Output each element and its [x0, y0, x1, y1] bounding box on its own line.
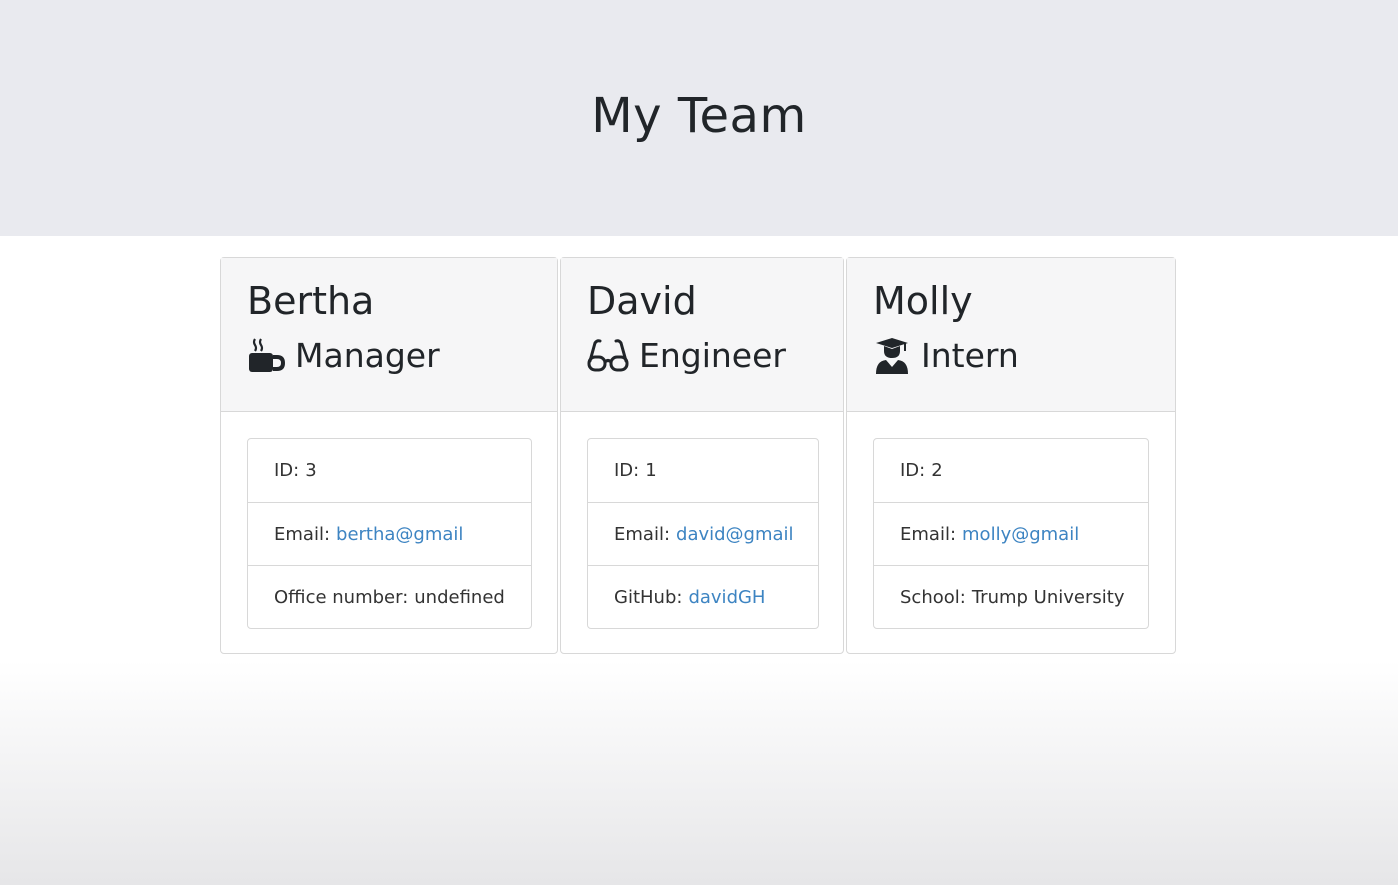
employee-role: Manager [247, 336, 531, 375]
employee-details: ID: 1 Email: david@gmail GitHub: davidGH [587, 438, 819, 629]
team-cards: Bertha Manager ID: 3 Email: bertha@gmail… [220, 257, 1176, 654]
github-link[interactable]: davidGH [688, 587, 765, 608]
office-number-label: Office number: [274, 586, 409, 608]
id-label: ID: [274, 460, 300, 481]
card-body: ID: 2 Email: molly@gmail School: Trump U… [847, 412, 1175, 629]
employee-card-david: David Engineer ID: 1 Email: david@gmail … [560, 257, 844, 654]
graduate-icon [873, 337, 911, 375]
email-label: Email: [900, 523, 957, 545]
email-label: Email: [274, 523, 331, 545]
employee-details: ID: 2 Email: molly@gmail School: Trump U… [873, 438, 1149, 629]
employee-role: Engineer [587, 336, 817, 375]
employee-role: Intern [873, 336, 1149, 375]
id-label: ID: [900, 460, 926, 481]
id-value: 1 [645, 460, 657, 481]
card-header: David Engineer [561, 258, 843, 412]
role-label: Engineer [639, 336, 786, 375]
office-number-value: undefined [414, 586, 505, 608]
id-label: ID: [614, 460, 640, 481]
github-label: GitHub: [614, 586, 683, 608]
role-label: Intern [921, 336, 1019, 375]
office-number-row: Office number: undefined [248, 565, 531, 628]
employee-name: Bertha [247, 279, 375, 323]
email-row: Email: molly@gmail [874, 502, 1148, 565]
page-header: My Team [0, 0, 1398, 236]
employee-name: David [587, 279, 697, 323]
role-label: Manager [295, 336, 440, 375]
school-label: School: [900, 586, 966, 608]
card-header: Bertha Manager [221, 258, 557, 412]
email-link[interactable]: molly@gmail [962, 524, 1079, 545]
email-row: Email: bertha@gmail [248, 502, 531, 565]
school-value: Trump University [971, 586, 1125, 608]
glasses-icon [587, 337, 629, 375]
email-row: Email: david@gmail [588, 502, 818, 565]
page-title: My Team [591, 88, 807, 144]
id-value: 3 [305, 460, 317, 481]
card-header: Molly Intern [847, 258, 1175, 412]
employee-name: Molly [873, 279, 973, 323]
id-value: 2 [931, 460, 943, 481]
employee-card-molly: Molly Intern ID: 2 Email: molly@gmail Sc… [846, 257, 1176, 654]
id-row: ID: 3 [248, 439, 531, 502]
school-row: School: Trump University [874, 565, 1148, 628]
id-row: ID: 2 [874, 439, 1148, 502]
email-link[interactable]: david@gmail [676, 524, 794, 545]
employee-card-bertha: Bertha Manager ID: 3 Email: bertha@gmail… [220, 257, 558, 654]
card-body: ID: 1 Email: david@gmail GitHub: davidGH [561, 412, 843, 629]
id-row: ID: 1 [588, 439, 818, 502]
github-row: GitHub: davidGH [588, 565, 818, 628]
coffee-mug-icon [247, 337, 286, 375]
email-link[interactable]: bertha@gmail [336, 524, 463, 545]
email-label: Email: [614, 523, 671, 545]
employee-details: ID: 3 Email: bertha@gmail Office number:… [247, 438, 532, 629]
card-body: ID: 3 Email: bertha@gmail Office number:… [221, 412, 557, 629]
